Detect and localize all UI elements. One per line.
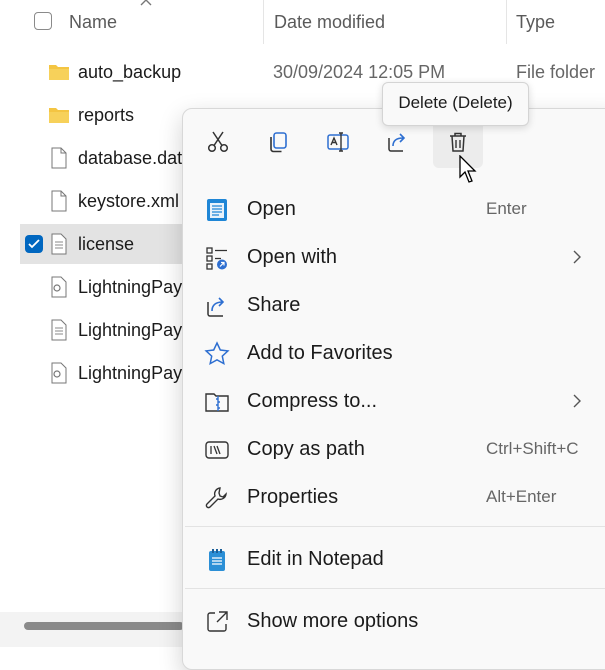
file-name: LightningPayr — [78, 277, 189, 297]
menu-label: Copy as path — [247, 438, 365, 460]
horizontal-scrollbar[interactable] — [24, 622, 184, 630]
menu-label: Add to Favorites — [247, 342, 393, 364]
menu-item-show-more-options[interactable]: Show more options — [190, 598, 605, 644]
menu-item-properties[interactable]: Properties Alt+Enter — [190, 474, 605, 520]
cut-icon — [207, 131, 229, 153]
menu-label: Compress to... — [247, 390, 378, 412]
file-name: LightningPayr — [78, 363, 189, 383]
folder-icon — [49, 108, 69, 123]
notepad-icon — [209, 549, 225, 571]
mouse-cursor-icon — [459, 155, 477, 183]
show-more-icon — [207, 611, 228, 632]
menu-label: Show more options — [247, 610, 419, 632]
copy-icon — [270, 132, 287, 153]
column-date-modified[interactable]: Date modified — [274, 12, 385, 33]
share-icon — [388, 133, 406, 152]
rename-button[interactable] — [313, 116, 363, 168]
file-name: reports — [78, 105, 135, 125]
config-file-icon — [51, 276, 67, 298]
rename-icon — [327, 132, 349, 152]
sort-ascending-icon[interactable] — [140, 0, 152, 6]
menu-shortcut: Alt+Enter — [486, 487, 557, 506]
zip-folder-icon — [205, 393, 229, 412]
share-icon — [207, 297, 225, 317]
text-file-icon — [51, 233, 67, 255]
menu-label: Share — [247, 294, 301, 316]
file-name: auto_backup — [78, 62, 182, 82]
menu-item-edit-in-notepad[interactable]: Edit in Notepad — [190, 536, 605, 582]
file-icon — [51, 147, 67, 169]
delete-icon — [450, 132, 466, 152]
delete-tooltip: Delete (Delete) — [382, 82, 529, 126]
file-icon — [51, 190, 67, 212]
column-type[interactable]: Type — [516, 12, 555, 33]
file-name: keystore.xml — [78, 191, 180, 211]
config-file-icon — [51, 362, 67, 384]
open-app-icon — [207, 199, 227, 221]
column-name[interactable]: Name — [69, 12, 117, 33]
chevron-right-icon — [573, 250, 581, 264]
wrench-icon — [205, 487, 227, 509]
star-icon — [204, 341, 230, 366]
menu-shortcut: Ctrl+Shift+C — [486, 439, 579, 458]
open-with-icon — [206, 247, 227, 270]
menu-divider — [185, 526, 605, 527]
column-divider[interactable] — [263, 0, 264, 44]
chevron-right-icon — [573, 394, 581, 408]
copy-button[interactable] — [253, 116, 303, 168]
menu-item-open[interactable]: Open Enter — [190, 186, 605, 232]
menu-label: Open — [247, 198, 296, 220]
text-file-icon — [51, 319, 67, 341]
menu-label: Properties — [247, 486, 339, 508]
file-name: database.dat — [78, 148, 183, 168]
menu-item-copy-as-path[interactable]: Copy as path Ctrl+Shift+C — [190, 426, 605, 472]
menu-label: Edit in Notepad — [247, 548, 384, 570]
menu-item-add-to-favorites[interactable]: Add to Favorites — [190, 330, 605, 376]
file-date: 30/09/2024 12:05 PM — [273, 62, 446, 82]
menu-item-share[interactable]: Share — [190, 282, 605, 328]
menu-item-compress[interactable]: Compress to... — [190, 378, 605, 424]
menu-divider — [185, 588, 605, 589]
file-name: LightningPayr — [78, 320, 189, 340]
copy-path-icon — [205, 441, 229, 459]
select-all-checkbox[interactable] — [34, 12, 52, 30]
file-type: File folder — [516, 62, 596, 82]
column-header: Name Date modified Type — [0, 0, 605, 44]
menu-item-open-with[interactable]: Open with — [190, 234, 605, 280]
file-name: license — [78, 234, 135, 254]
column-divider[interactable] — [506, 0, 507, 44]
menu-shortcut: Enter — [486, 199, 527, 218]
folder-icon — [49, 65, 69, 80]
menu-label: Open with — [247, 246, 338, 268]
cut-button[interactable] — [193, 116, 243, 168]
checkbox-checked-icon[interactable] — [25, 235, 43, 253]
